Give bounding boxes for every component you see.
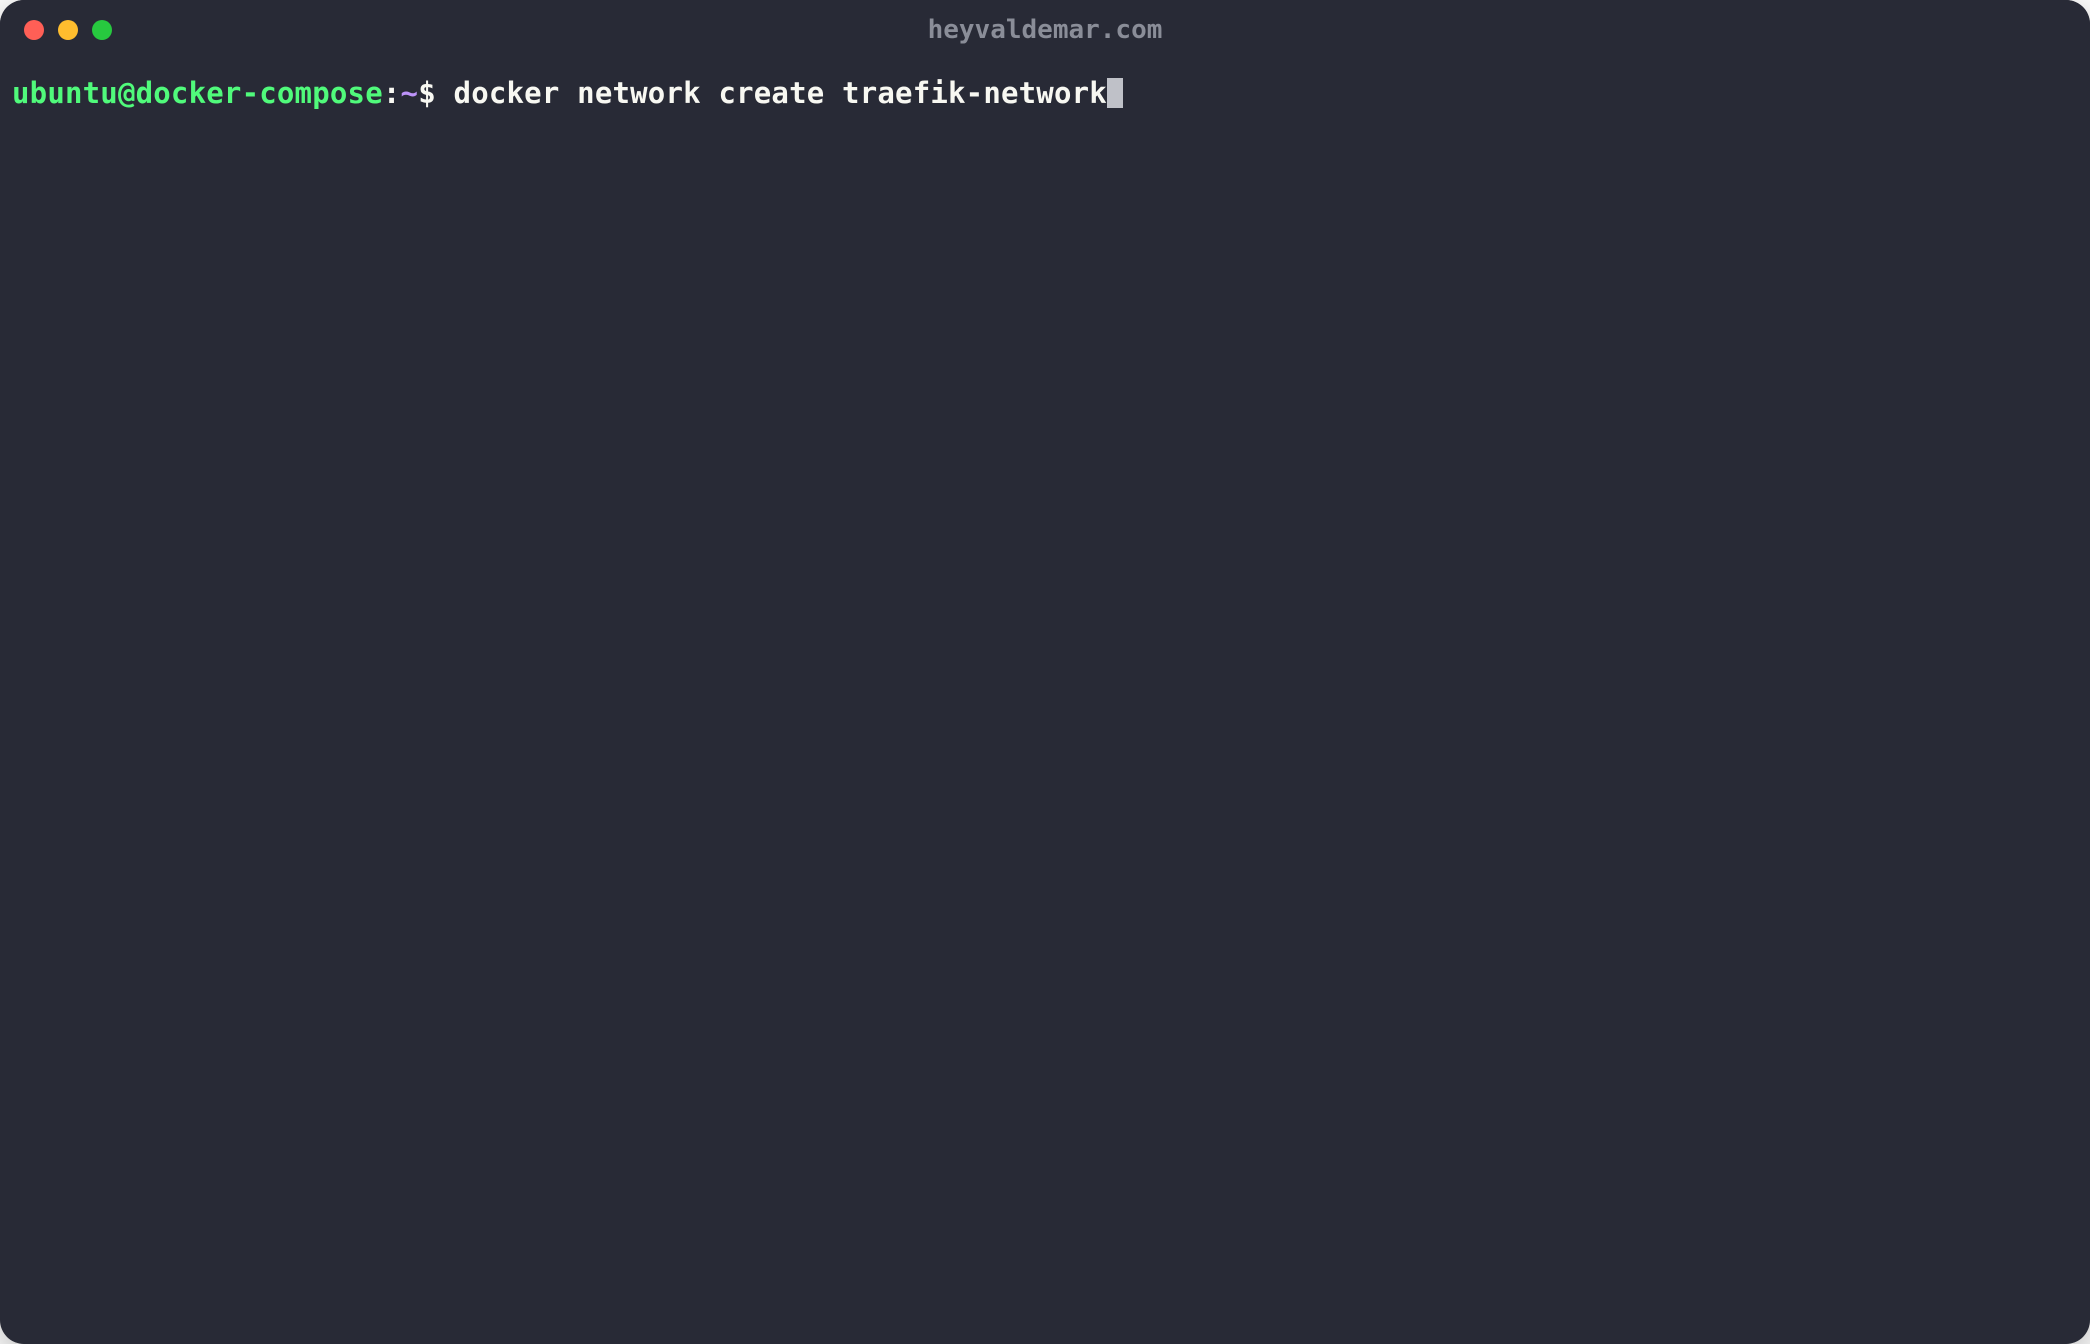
minimize-icon[interactable]: [58, 20, 78, 40]
prompt-user-host: ubuntu@docker-compose: [12, 76, 383, 110]
prompt-cwd: ~: [401, 76, 419, 110]
close-icon[interactable]: [24, 20, 44, 40]
terminal-body[interactable]: ubuntu@docker-compose:~$ docker network …: [0, 60, 2090, 1344]
terminal-window: heyvaldemar.com ubuntu@docker-compose:~$…: [0, 0, 2090, 1344]
prompt-line: ubuntu@docker-compose:~$: [12, 76, 436, 110]
traffic-lights: [24, 20, 112, 40]
window-title: heyvaldemar.com: [928, 15, 1163, 45]
title-bar: heyvaldemar.com: [0, 0, 2090, 60]
prompt-colon: :: [383, 76, 401, 110]
command-text: docker network create traefik-network: [454, 76, 1107, 110]
maximize-icon[interactable]: [92, 20, 112, 40]
prompt-symbol: $: [418, 76, 436, 110]
cursor-icon: [1107, 78, 1123, 108]
